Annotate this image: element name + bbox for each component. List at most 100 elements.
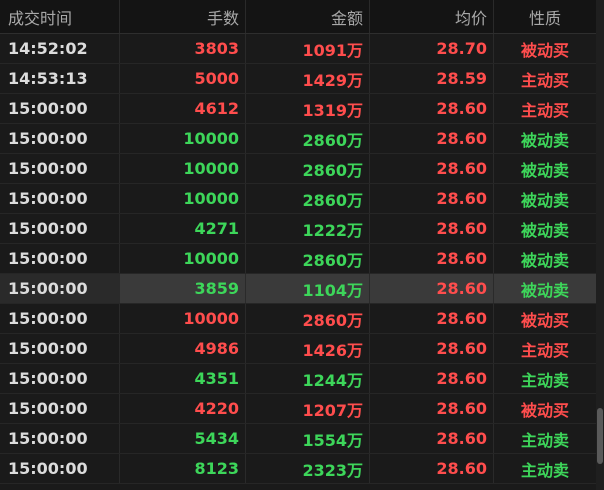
table-row[interactable]: 15:00:00 10000 2860万 28.60 被动卖 <box>0 184 596 214</box>
table-row[interactable]: 15:00:00 4351 1244万 28.60 主动卖 <box>0 364 596 394</box>
table-row[interactable]: 15:00:00 4612 1319万 28.60 主动买 <box>0 94 596 124</box>
cell-avg-price: 28.60 <box>370 154 494 183</box>
header-amount[interactable]: 金额 <box>246 0 370 33</box>
cell-time: 15:00:00 <box>0 304 120 333</box>
cell-volume: 4986 <box>120 334 246 363</box>
table-row[interactable]: 15:00:00 5434 1554万 28.60 主动卖 <box>0 424 596 454</box>
cell-amount: 2860万 <box>246 304 370 333</box>
table-row[interactable]: 15:00:00 4986 1426万 28.60 主动买 <box>0 334 596 364</box>
cell-property: 被动买 <box>520 310 569 330</box>
cell-volume: 4351 <box>120 364 246 393</box>
cell-amount: 1554万 <box>246 424 370 453</box>
cell-amount: 2860万 <box>246 184 370 213</box>
cell-property: 被动卖 <box>494 274 596 303</box>
cell-volume: 10000 <box>120 244 246 273</box>
cell-time: 15:00:00 <box>0 214 120 243</box>
cell-property: 被动卖 <box>520 250 569 270</box>
cell-avg-price: 28.60 <box>370 304 494 333</box>
cell-property: 主动卖 <box>520 430 569 450</box>
cell-avg-price: 28.60 <box>370 214 494 243</box>
cell-avg-price: 28.60 <box>370 184 494 213</box>
scrollbar-thumb[interactable] <box>597 408 603 464</box>
cell-time: 15:00:00 <box>0 184 120 213</box>
cell-time: 15:00:00 <box>0 244 120 273</box>
cell-property: 被动买 <box>520 400 569 420</box>
cell-time: 15:00:00 <box>0 364 120 393</box>
header-property[interactable]: 性质 <box>494 0 596 33</box>
cell-time: 15:00:00 <box>0 154 120 183</box>
cell-property: 主动卖 <box>520 370 569 390</box>
cell-avg-price: 28.60 <box>370 424 494 453</box>
cell-time: 15:00:00 <box>0 424 120 453</box>
cell-volume: 3803 <box>120 34 246 63</box>
cell-volume: 8123 <box>120 454 246 483</box>
cell-avg-price: 28.70 <box>370 34 494 63</box>
cell-property: 主动卖 <box>520 460 569 480</box>
table-row[interactable]: 14:52:02 3803 1091万 28.70 被动买 <box>0 34 596 64</box>
cell-amount: 1429万 <box>246 64 370 93</box>
cell-amount: 1091万 <box>246 34 370 63</box>
cell-volume: 4612 <box>120 94 246 123</box>
cell-amount: 1426万 <box>246 334 370 363</box>
cell-volume: 3859 <box>120 274 246 303</box>
header-volume[interactable]: 手数 <box>120 0 246 33</box>
cell-volume: 4271 <box>120 214 246 243</box>
vertical-scrollbar[interactable] <box>596 0 604 490</box>
cell-time: 14:53:13 <box>0 64 120 93</box>
table-row[interactable]: 15:00:00 8123 2323万 28.60 主动卖 <box>0 454 596 484</box>
cell-amount: 1319万 <box>246 94 370 123</box>
cell-amount: 1207万 <box>246 394 370 423</box>
table-row[interactable]: 15:00:00 10000 2860万 28.60 被动买 <box>0 304 596 334</box>
table-body: 14:52:02 3803 1091万 28.70 被动买 14:53:13 5000 142… <box>0 34 596 484</box>
cell-property: 被动卖 <box>520 190 569 210</box>
cell-volume: 10000 <box>120 304 246 333</box>
cell-avg-price: 28.60 <box>370 274 494 303</box>
header-avg-price[interactable]: 均价 <box>370 0 494 33</box>
table-row[interactable]: 15:00:00 4220 1207万 28.60 被动买 <box>0 394 596 424</box>
cell-avg-price: 28.60 <box>370 124 494 153</box>
table-header: 成交时间 手数 金额 均价 性质 <box>0 0 596 34</box>
cell-amount: 1104万 <box>246 274 370 303</box>
cell-amount: 2323万 <box>246 454 370 483</box>
cell-avg-price: 28.60 <box>370 94 494 123</box>
cell-volume: 10000 <box>120 154 246 183</box>
cell-volume: 10000 <box>120 124 246 153</box>
cell-time: 15:00:00 <box>0 274 120 303</box>
cell-time: 15:00:00 <box>0 94 120 123</box>
cell-avg-price: 28.60 <box>370 244 494 273</box>
header-time[interactable]: 成交时间 <box>0 0 120 33</box>
cell-property: 被动买 <box>520 40 569 60</box>
table-row[interactable]: 15:00:00 3859 1104万 28.60 被动卖 <box>0 274 596 304</box>
cell-amount: 1222万 <box>246 214 370 243</box>
trade-detail-table: 成交时间 手数 金额 均价 性质 14:52:02 3803 1091万 28.70 被… <box>0 0 596 484</box>
cell-time: 15:00:00 <box>0 394 120 423</box>
cell-avg-price: 28.59 <box>370 64 494 93</box>
table-row[interactable]: 14:53:13 5000 1429万 28.59 主动买 <box>0 64 596 94</box>
table-row[interactable]: 15:00:00 10000 2860万 28.60 被动卖 <box>0 244 596 274</box>
cell-avg-price: 28.60 <box>370 394 494 423</box>
table-row[interactable]: 15:00:00 10000 2860万 28.60 被动卖 <box>0 154 596 184</box>
table-row[interactable]: 15:00:00 10000 2860万 28.60 被动卖 <box>0 124 596 154</box>
cell-volume: 5000 <box>120 64 246 93</box>
cell-property: 主动买 <box>520 340 569 360</box>
cell-volume: 4220 <box>120 394 246 423</box>
cell-property: 被动卖 <box>520 220 569 240</box>
cell-amount: 1244万 <box>246 364 370 393</box>
cell-avg-price: 28.60 <box>370 364 494 393</box>
cell-time: 15:00:00 <box>0 124 120 153</box>
cell-time: 15:00:00 <box>0 454 120 483</box>
cell-amount: 2860万 <box>246 124 370 153</box>
cell-property: 被动卖 <box>520 130 569 150</box>
cell-avg-price: 28.60 <box>370 454 494 483</box>
cell-amount: 2860万 <box>246 244 370 273</box>
cell-time: 15:00:00 <box>0 334 120 363</box>
cell-volume: 10000 <box>120 184 246 213</box>
cell-amount: 2860万 <box>246 154 370 183</box>
cell-property: 主动买 <box>520 70 569 90</box>
cell-property: 被动卖 <box>520 160 569 180</box>
cell-time: 14:52:02 <box>0 34 120 63</box>
table-row[interactable]: 15:00:00 4271 1222万 28.60 被动卖 <box>0 214 596 244</box>
cell-property: 主动买 <box>520 100 569 120</box>
cell-volume: 5434 <box>120 424 246 453</box>
cell-avg-price: 28.60 <box>370 334 494 363</box>
